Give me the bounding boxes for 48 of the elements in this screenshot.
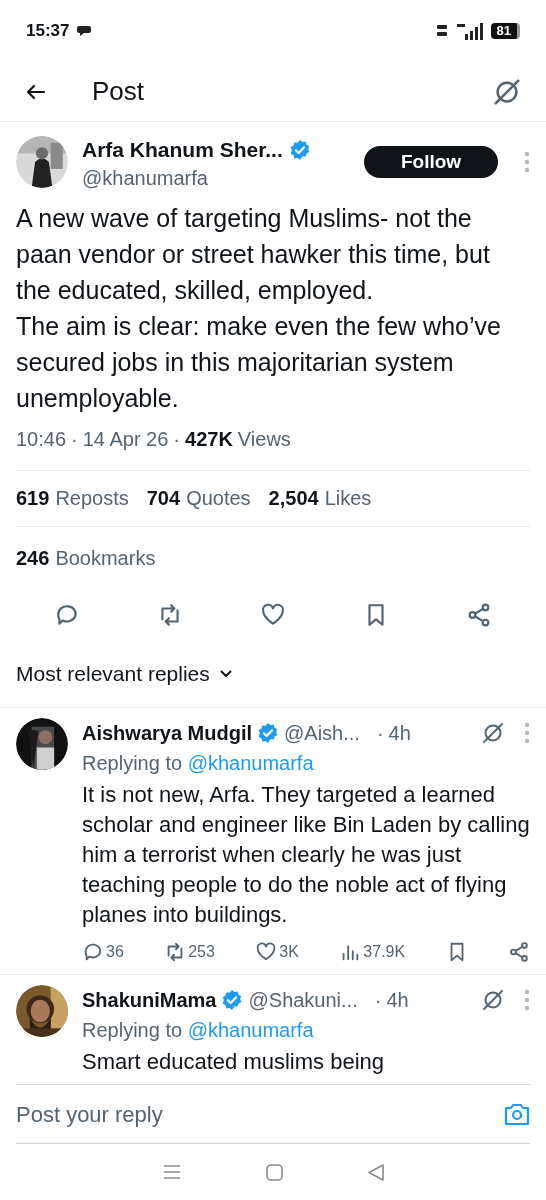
separator-dot: ·: [374, 987, 382, 1013]
reply-handle[interactable]: @Shakuni...: [248, 984, 358, 1015]
page-title: Post: [92, 75, 146, 108]
battery-level: 81: [490, 23, 520, 39]
signal-icon: [454, 22, 483, 40]
post-time: 10:46: [16, 426, 67, 452]
slashed-circle-icon[interactable]: [481, 720, 505, 745]
status-time: 15:37: [26, 20, 70, 43]
author-name[interactable]: Arfa Khanum Sher...: [82, 134, 283, 166]
separator-dot: ·: [173, 426, 181, 452]
bookmarks-link[interactable]: 246 Bookmarks: [16, 526, 530, 589]
views-label: Views: [237, 426, 291, 452]
reply-time: 4h: [388, 720, 411, 746]
replying-to-label: Replying to: [82, 751, 183, 774]
reply-input-field[interactable]: Post your reply: [16, 1097, 504, 1131]
home-square-icon[interactable]: [265, 1163, 283, 1181]
heart-icon: [255, 940, 278, 963]
like-action[interactable]: 3K: [255, 939, 299, 964]
slashed-circle-icon[interactable]: [492, 76, 522, 107]
stat-link[interactable]: 2,504 Likes: [268, 483, 372, 513]
views-count: 427K: [185, 426, 233, 452]
follow-button[interactable]: Follow: [364, 145, 498, 178]
repost-action[interactable]: 253: [164, 939, 215, 964]
post-date: 14 Apr 26: [82, 426, 169, 452]
reply-handle[interactable]: @Aish...: [284, 717, 360, 748]
reply-text: It is not new, Arfa. They targeted a learned scholar and engineer like Bin Laden by calling him a terrorist when clearly he was just teaching people to do the noble act of flying planes into buildings.: [82, 780, 530, 929]
replies-sort-dropdown[interactable]: Most relevant replies: [16, 640, 232, 707]
back-triangle-icon[interactable]: [367, 1163, 384, 1181]
stat-link[interactable]: 619 Reposts: [16, 483, 129, 513]
reply-time: 4h: [386, 987, 409, 1013]
slashed-circle-icon[interactable]: [481, 987, 505, 1012]
camera-icon[interactable]: [504, 1102, 530, 1126]
share-icon[interactable]: [508, 940, 530, 963]
replying-to-label: Replying to: [82, 1018, 183, 1041]
reply-author-name[interactable]: ShakuniMama: [82, 984, 217, 1015]
separator-dot: ·: [376, 720, 384, 746]
stat-link[interactable]: 704 Quotes: [146, 483, 251, 513]
reply-text: Smart educated muslims being: [82, 1047, 386, 1076]
author-handle[interactable]: @khanumarfa: [82, 165, 350, 190]
reply-author-name[interactable]: Aishwarya Mudgil: [82, 717, 253, 748]
caret-icon: [219, 669, 232, 678]
heart-icon[interactable]: [260, 601, 286, 628]
reply-action[interactable]: 36: [82, 939, 124, 964]
post-text: A new wave of targeting Muslims- not the paan vendor or street hawker this time, but the educated, skilled, employed. The aim is clear: make even the few who’ve secured jobs in this majoritarian system unemployable.: [16, 202, 502, 414]
volte-icon: [436, 24, 447, 38]
views-action[interactable]: 37.9K: [339, 939, 406, 964]
separator-dot: ·: [71, 426, 78, 452]
chat-bubble-icon: [77, 25, 92, 37]
